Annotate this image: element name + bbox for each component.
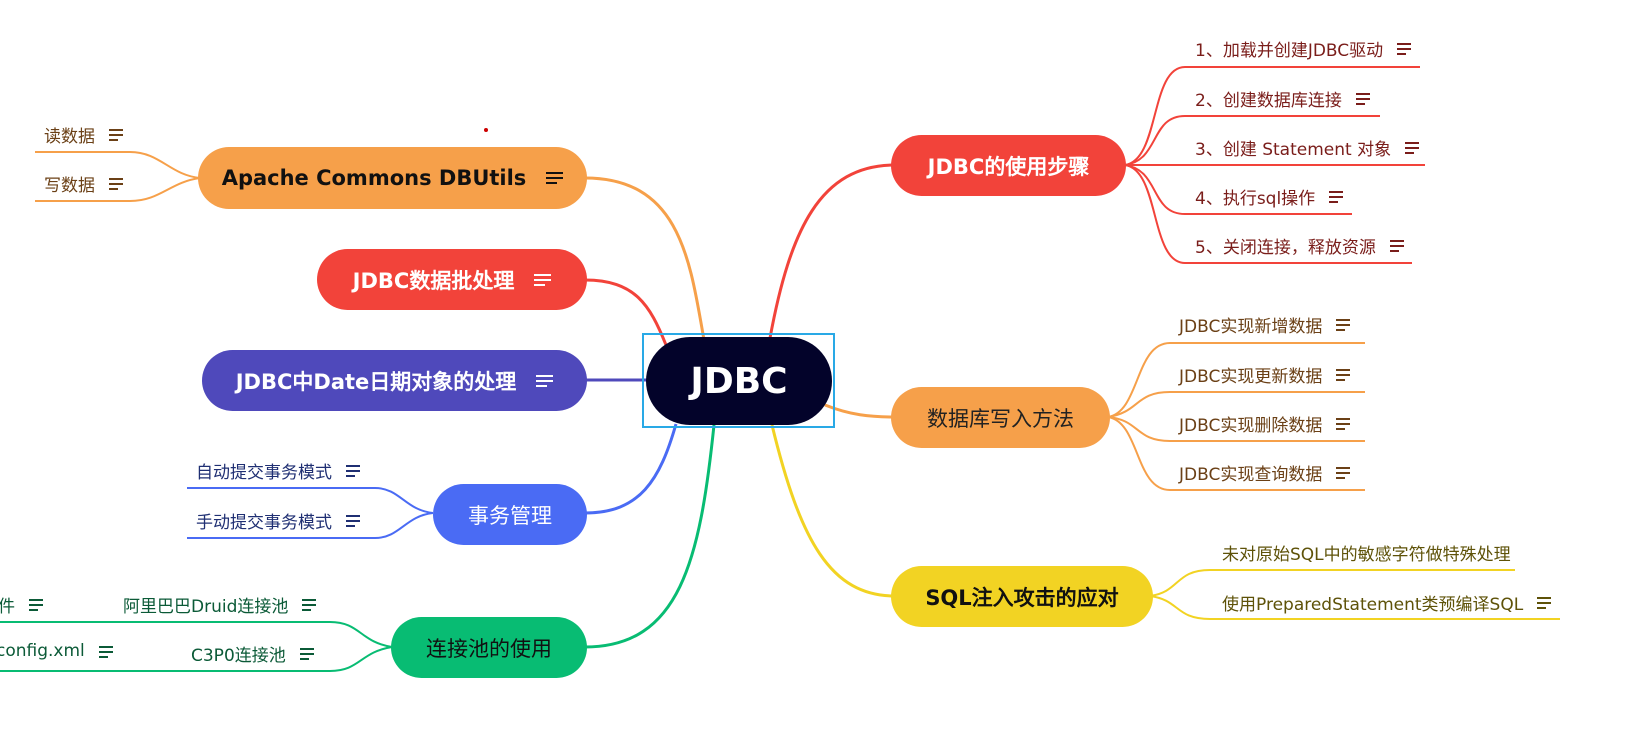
- leaf-write-4[interactable]: JDBC实现查询数据: [1179, 460, 1351, 485]
- branch-sql[interactable]: SQL注入攻击的应对: [891, 566, 1153, 627]
- leaf-step-1[interactable]: 1、加载并创建JDBC驱动: [1195, 36, 1412, 61]
- note-icon: [299, 648, 314, 660]
- branch-date-label: JDBC中Date日期对象的处理: [235, 369, 517, 394]
- branch-steps[interactable]: JDBC的使用步骤: [891, 135, 1126, 196]
- leaf-tx-auto[interactable]: 自动提交事务模式: [196, 458, 360, 483]
- branch-write[interactable]: 数据库写入方法: [891, 387, 1110, 448]
- leaf-sql-1[interactable]: 未对原始SQL中的敏感字符做特殊处理: [1222, 540, 1511, 565]
- branch-dbutils-label: Apache Commons DBUtils: [221, 166, 527, 190]
- leaf-sql-2[interactable]: 使用PreparedStatement类预编译SQL: [1222, 590, 1552, 615]
- note-icon: [109, 129, 123, 141]
- leaf-tx-manual[interactable]: 手动提交事务模式: [196, 508, 360, 533]
- note-icon: [1405, 142, 1420, 154]
- leaf-pool-druid[interactable]: 阿里巴巴Druid连接池: [123, 592, 317, 617]
- leaf-write-2[interactable]: JDBC实现更新数据: [1179, 362, 1351, 387]
- branch-sql-label: SQL注入攻击的应对: [925, 585, 1119, 610]
- edge-tx: [584, 423, 678, 515]
- root-label: JDBC: [690, 360, 788, 402]
- edge-sql: [770, 424, 896, 598]
- leaf-step-5[interactable]: 5、关闭连接，释放资源: [1195, 233, 1404, 258]
- edge-dbutils: [584, 176, 706, 341]
- branch-tx-label: 事务管理: [468, 503, 552, 528]
- note-icon: [1389, 240, 1404, 252]
- branch-pool[interactable]: 连接池的使用: [391, 617, 587, 678]
- leaf-pool-far-1[interactable]: 件: [0, 592, 43, 617]
- branch-steps-label: JDBC的使用步骤: [927, 154, 1090, 179]
- branch-write-label: 数据库写入方法: [927, 406, 1074, 431]
- note-icon: [536, 374, 554, 387]
- leaf-write-1[interactable]: JDBC实现新增数据: [1179, 312, 1351, 337]
- note-icon: [109, 178, 123, 190]
- leaf-step-4[interactable]: 4、执行sql操作: [1195, 184, 1344, 209]
- note-icon: [1336, 319, 1351, 331]
- note-icon: [346, 465, 360, 477]
- leaf-write-3[interactable]: JDBC实现删除数据: [1179, 411, 1351, 436]
- leaf-pool-c3p0[interactable]: C3P0连接池: [191, 641, 314, 666]
- note-icon: [1336, 418, 1351, 430]
- branch-pool-label: 连接池的使用: [426, 636, 552, 661]
- note-icon: [1537, 597, 1552, 609]
- note-icon: [1336, 467, 1351, 479]
- leaf-dbutils-read[interactable]: 读数据: [44, 122, 123, 147]
- branch-tx[interactable]: 事务管理: [433, 484, 587, 545]
- edge-write: [824, 403, 896, 419]
- leaf-pool-far-2[interactable]: config.xml: [0, 641, 113, 661]
- note-icon: [1355, 93, 1370, 105]
- branch-batch[interactable]: JDBC数据批处理: [317, 249, 587, 310]
- leaf-step-3[interactable]: 3、创建 Statement 对象: [1195, 135, 1420, 160]
- branch-date[interactable]: JDBC中Date日期对象的处理: [202, 350, 587, 411]
- note-icon: [546, 172, 564, 184]
- root-node-jdbc[interactable]: JDBC: [646, 337, 832, 425]
- note-icon: [98, 645, 113, 658]
- branch-batch-label: JDBC数据批处理: [352, 268, 515, 293]
- edge-steps: [768, 163, 896, 339]
- edge-pool: [584, 424, 716, 649]
- branch-dbutils[interactable]: Apache Commons DBUtils: [198, 147, 587, 209]
- note-icon: [534, 273, 552, 286]
- note-icon: [302, 599, 317, 611]
- note-icon: [1336, 369, 1351, 381]
- note-icon: [29, 599, 43, 611]
- note-icon: [1397, 43, 1412, 55]
- leaf-dbutils-write[interactable]: 写数据: [44, 171, 123, 196]
- note-icon: [1329, 191, 1344, 203]
- red-dot: [484, 128, 488, 132]
- note-icon: [346, 515, 360, 527]
- leaf-step-2[interactable]: 2、创建数据库连接: [1195, 86, 1370, 111]
